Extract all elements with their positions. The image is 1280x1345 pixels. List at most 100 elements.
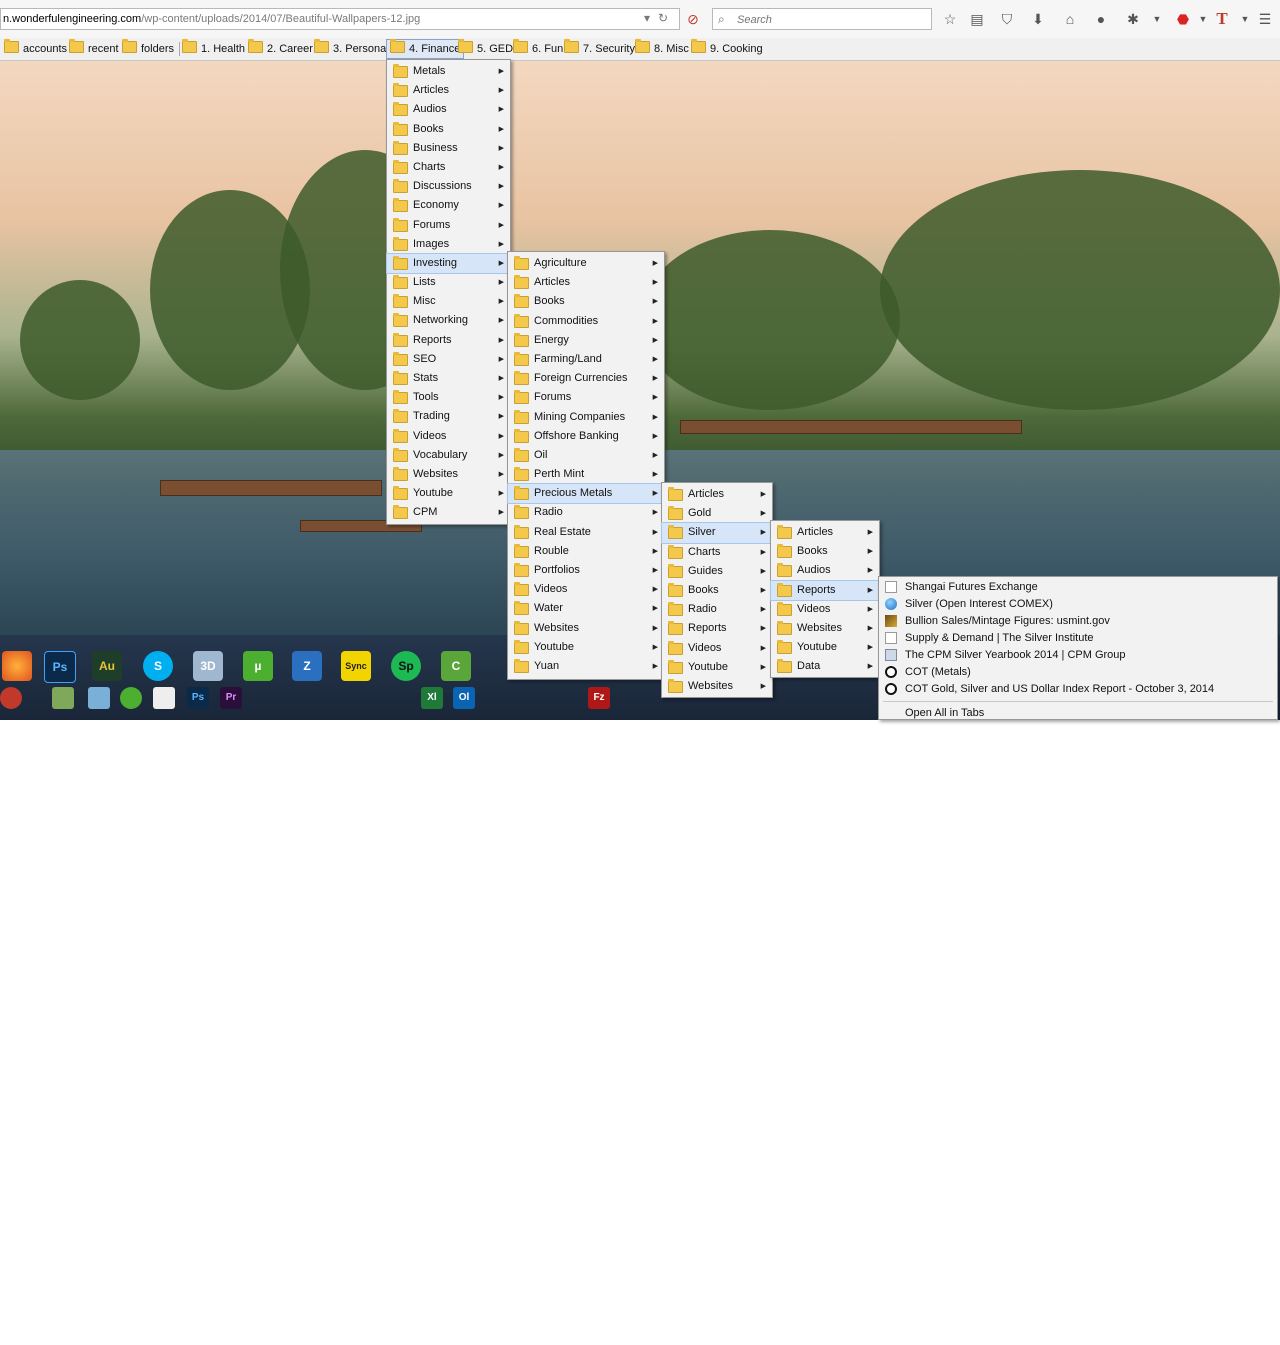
precious-metals-item-books[interactable]: Books ▶ (662, 581, 772, 600)
finance-item-videos[interactable]: Videos ▶ (387, 427, 510, 446)
quicklaunch-image-icon[interactable] (52, 687, 74, 709)
bookmark-folder-misc[interactable]: 8. Misc (635, 39, 689, 58)
silver-item-data[interactable]: Data ▶ (771, 657, 879, 676)
precious-metals-item-websites[interactable]: Websites ▶ (662, 677, 772, 696)
camtasia-icon[interactable]: C (441, 651, 471, 681)
open-all-in-tabs[interactable]: Open All in Tabs (879, 705, 1277, 722)
finance-item-images[interactable]: Images ▶ (387, 235, 510, 254)
investing-item-portfolios[interactable]: Portfolios ▶ (508, 561, 664, 580)
reports-link-4[interactable]: Supply & Demand | The Silver Institute (879, 630, 1277, 647)
finance-item-reports[interactable]: Reports ▶ (387, 331, 510, 350)
home-icon[interactable]: ⌂ (1061, 10, 1079, 28)
chevron-down-icon[interactable]: ▼ (1236, 10, 1254, 28)
investing-item-commodities[interactable]: Commodities ▶ (508, 312, 664, 331)
bookmark-folder-recent[interactable]: recent (69, 39, 119, 58)
finance-item-misc[interactable]: Misc ▶ (387, 292, 510, 311)
investing-item-oil[interactable]: Oil ▶ (508, 446, 664, 465)
investing-item-rouble[interactable]: Rouble ▶ (508, 542, 664, 561)
bookmark-folder-personal[interactable]: 3. Personal (314, 39, 389, 58)
reports-link-1[interactable]: Shangai Futures Exchange (879, 579, 1277, 596)
precious-metals-item-youtube[interactable]: Youtube ▶ (662, 658, 772, 677)
reports-link-2[interactable]: Silver (Open Interest COMEX) (879, 596, 1277, 613)
investing-item-energy[interactable]: Energy ▶ (508, 331, 664, 350)
quicklaunch-premiere-icon[interactable]: Pr (220, 687, 242, 709)
bookmark-folder-fun[interactable]: 6. Fun (513, 39, 563, 58)
bookmark-folder-career[interactable]: 2. Career (248, 39, 313, 58)
finance-item-audios[interactable]: Audios ▶ (387, 100, 510, 119)
investing-item-precious-metals[interactable]: Precious Metals ▶ (507, 483, 665, 505)
investing-item-videos[interactable]: Videos ▶ (508, 580, 664, 599)
precious-metals-item-charts[interactable]: Charts ▶ (662, 543, 772, 562)
chat-icon[interactable]: ● (1092, 10, 1110, 28)
search-input[interactable] (735, 11, 929, 29)
quicklaunch-eraser-icon[interactable] (88, 687, 110, 709)
precious-metals-item-reports[interactable]: Reports ▶ (662, 619, 772, 638)
finance-item-vocabulary[interactable]: Vocabulary ▶ (387, 446, 510, 465)
finance-item-networking[interactable]: Networking ▶ (387, 311, 510, 330)
quicklaunch-filezilla-icon[interactable]: Fz (588, 687, 610, 709)
translate-icon[interactable]: T (1213, 10, 1231, 28)
finance-item-charts[interactable]: Charts ▶ (387, 158, 510, 177)
silver-item-reports[interactable]: Reports ▶ (770, 579, 880, 601)
zotero-icon[interactable]: Z (292, 651, 322, 681)
bookmark-folder-finance[interactable]: 4. Finance (386, 39, 465, 59)
bookmark-folder-folders[interactable]: folders (122, 39, 174, 58)
reload-icon[interactable]: ↻ (658, 11, 668, 25)
finance-item-investing[interactable]: Investing ▶ (386, 252, 511, 275)
investing-item-mining-companies[interactable]: Mining Companies ▶ (508, 408, 664, 427)
finance-item-tools[interactable]: Tools ▶ (387, 388, 510, 407)
menu-hamburger-icon[interactable]: ☰ (1256, 10, 1274, 28)
investing-item-water[interactable]: Water ▶ (508, 599, 664, 618)
reports-link-3[interactable]: Bullion Sales/Mintage Figures: usmint.go… (879, 613, 1277, 630)
finance-item-seo[interactable]: SEO ▶ (387, 350, 510, 369)
url-bar[interactable]: n.wonderfulengineering.com/wp-content/up… (0, 8, 680, 30)
finance-item-youtube[interactable]: Youtube ▶ (387, 484, 510, 503)
investing-item-offshore-banking[interactable]: Offshore Banking ▶ (508, 427, 664, 446)
finance-item-stats[interactable]: Stats ▶ (387, 369, 510, 388)
skype-icon[interactable]: S (143, 651, 173, 681)
investing-item-real-estate[interactable]: Real Estate ▶ (508, 523, 664, 542)
3d-box-icon[interactable]: 3D (193, 651, 223, 681)
precious-metals-item-guides[interactable]: Guides ▶ (662, 562, 772, 581)
silver-item-youtube[interactable]: Youtube ▶ (771, 638, 879, 657)
investing-item-perth-mint[interactable]: Perth Mint ▶ (508, 465, 664, 484)
bookmark-folder-ged[interactable]: 5. GED (458, 39, 513, 58)
bookmark-folder-security[interactable]: 7. Security (564, 39, 635, 58)
utorrent-icon[interactable]: µ (243, 651, 273, 681)
investing-item-yuan[interactable]: Yuan ▶ (508, 657, 664, 676)
finance-item-discussions[interactable]: Discussions ▶ (387, 177, 510, 196)
quicklaunch-heart-icon[interactable] (0, 687, 22, 709)
finance-item-websites[interactable]: Websites ▶ (387, 465, 510, 484)
investing-item-forums[interactable]: Forums ▶ (508, 388, 664, 407)
pocket-icon[interactable]: ⛉ (998, 10, 1016, 28)
finance-item-lists[interactable]: Lists ▶ (387, 273, 510, 292)
reports-link-5[interactable]: The CPM Silver Yearbook 2014 | CPM Group (879, 647, 1277, 664)
bookmark-star-icon[interactable]: ☆ (941, 10, 959, 28)
extension-icon[interactable]: ✱ (1124, 10, 1142, 28)
firefox-icon[interactable] (2, 651, 32, 681)
investing-item-books[interactable]: Books ▶ (508, 292, 664, 311)
quicklaunch-excel-icon[interactable]: Xl (421, 687, 443, 709)
chevron-down-icon[interactable]: ▼ (1148, 10, 1166, 28)
finance-item-business[interactable]: Business ▶ (387, 139, 510, 158)
quicklaunch-text-icon[interactable] (153, 687, 175, 709)
download-icon[interactable]: ⬇ (1029, 10, 1047, 28)
finance-item-forums[interactable]: Forums ▶ (387, 216, 510, 235)
system-clock[interactable]: 2:29 PM Sunday 7/19/2015 (1212, 1291, 1280, 1345)
investing-item-articles[interactable]: Articles ▶ (508, 273, 664, 292)
investing-item-agriculture[interactable]: Agriculture ▶ (508, 254, 664, 273)
reports-link-6[interactable]: COT (Metals) (879, 664, 1277, 681)
dropdown-arrow-icon[interactable]: ▾ (644, 11, 650, 25)
search-box[interactable]: ⌕ (712, 8, 932, 30)
audition-icon[interactable]: Au (92, 651, 122, 681)
silver-item-books[interactable]: Books ▶ (771, 542, 879, 561)
bookmark-folder-health[interactable]: 1. Health (182, 39, 245, 58)
noscript-icon[interactable]: ⊘ (684, 10, 702, 28)
finance-item-economy[interactable]: Economy ▶ (387, 196, 510, 215)
finance-item-metals[interactable]: Metals ▶ (387, 62, 510, 81)
bookmark-folder-cooking[interactable]: 9. Cooking (691, 39, 763, 58)
investing-item-radio[interactable]: Radio ▶ (508, 503, 664, 522)
bookmark-folder-accounts[interactable]: accounts (4, 39, 67, 58)
adblock-icon[interactable]: ⬣ (1174, 10, 1192, 28)
precious-metals-item-articles[interactable]: Articles ▶ (662, 485, 772, 504)
